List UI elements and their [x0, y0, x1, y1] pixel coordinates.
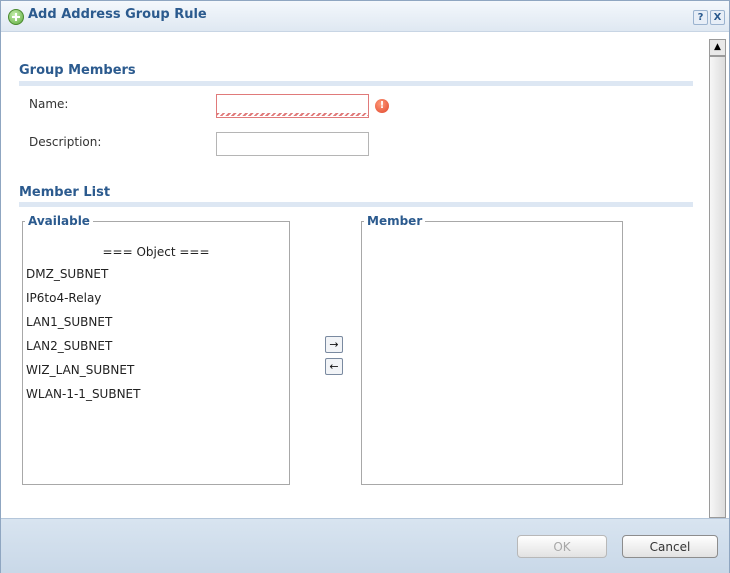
- member-list-title: Member List: [19, 185, 111, 200]
- remove-member-button[interactable]: ←: [325, 358, 343, 375]
- error-icon: !: [375, 99, 389, 113]
- available-legend: Available: [25, 214, 93, 228]
- cancel-button[interactable]: Cancel: [622, 535, 718, 558]
- member-list[interactable]: Member: [361, 214, 623, 485]
- scroll-up-button[interactable]: ▲: [709, 39, 726, 56]
- list-item[interactable]: DMZ_SUBNET: [26, 267, 108, 281]
- description-label: Description:: [29, 135, 102, 149]
- add-member-button[interactable]: →: [325, 336, 343, 353]
- object-group-header: === Object ===: [102, 245, 210, 259]
- vertical-scrollbar[interactable]: ▲ ▼: [709, 39, 726, 551]
- dialog-content: Group Members Name: ! Description: Membe…: [19, 39, 703, 509]
- list-item[interactable]: IP6to4-Relay: [26, 291, 101, 305]
- group-members-title: Group Members: [19, 63, 136, 78]
- add-address-group-dialog: Add Address Group Rule ? X Group Members…: [0, 0, 730, 573]
- dialog-title: Add Address Group Rule: [28, 7, 207, 22]
- close-icon[interactable]: X: [710, 10, 725, 25]
- ok-button[interactable]: OK: [517, 535, 607, 558]
- available-list[interactable]: Available === Object === DMZ_SUBNET IP6t…: [22, 214, 290, 485]
- section-divider: [19, 81, 693, 86]
- list-item[interactable]: WIZ_LAN_SUBNET: [26, 363, 134, 377]
- help-icon[interactable]: ?: [693, 10, 708, 25]
- list-item[interactable]: LAN1_SUBNET: [26, 315, 112, 329]
- description-input[interactable]: [216, 132, 369, 156]
- list-item[interactable]: WLAN-1-1_SUBNET: [26, 387, 140, 401]
- add-icon: [8, 9, 24, 25]
- name-label: Name:: [29, 97, 69, 111]
- name-input[interactable]: [216, 94, 369, 118]
- section-divider: [19, 202, 693, 207]
- dialog-titlebar: Add Address Group Rule ? X: [1, 1, 729, 32]
- scroll-thumb[interactable]: [709, 56, 726, 520]
- member-legend: Member: [364, 214, 426, 228]
- dialog-footer: OK Cancel: [1, 518, 729, 573]
- list-item[interactable]: LAN2_SUBNET: [26, 339, 112, 353]
